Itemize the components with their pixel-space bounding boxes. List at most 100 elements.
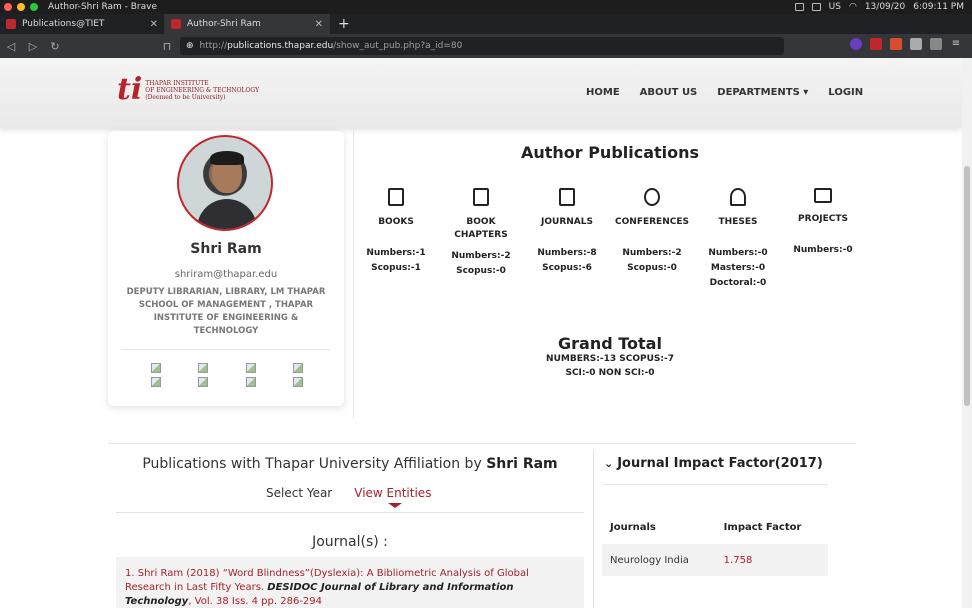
web-page: ti THAPAR INSTITUTE OF ENGINEERING & TEC… <box>0 58 962 608</box>
avatar <box>177 135 273 231</box>
favicon-icon <box>6 19 16 29</box>
site-logo[interactable]: ti THAPAR INSTITUTE OF ENGINEERING & TEC… <box>117 75 259 105</box>
clock-label[interactable]: 6:09:11 PM <box>913 2 964 12</box>
puzzle-icon[interactable] <box>910 38 922 50</box>
logo-line: (Deemed to be University) <box>145 93 226 101</box>
grand-total-line: SCI:-0 NON SCI:-0 <box>565 368 655 378</box>
bookmark-icon[interactable]: ⊓ <box>156 40 178 53</box>
journal-cell: Neurology India <box>602 544 716 576</box>
stat-label: JOURNALS <box>541 217 593 227</box>
tray-icon[interactable] <box>794 3 804 11</box>
graduation-cap-icon <box>730 188 746 206</box>
maximize-window-icon[interactable] <box>30 3 38 11</box>
back-icon[interactable]: ◁ <box>0 40 22 53</box>
tray-icon[interactable] <box>811 3 821 11</box>
address-bar[interactable]: ⊕ http:// publications.thapar.edu /show_… <box>180 37 784 55</box>
profile-card: Shri Ram shriram@thapar.edu DEPUTY LIBRA… <box>108 131 344 406</box>
tab-author[interactable]: Author-Shri Ram ✕ <box>165 14 330 34</box>
minimize-window-icon[interactable] <box>17 3 25 11</box>
close-window-icon[interactable] <box>4 3 12 11</box>
broken-image-icon[interactable] <box>198 377 209 387</box>
stat-projects[interactable]: PROJECTS Numbers:-0 <box>781 188 865 258</box>
menu-about[interactable]: ABOUT US <box>640 87 698 98</box>
stat-books[interactable]: BOOKS Numbers:-1 Scopus:-1 <box>354 188 438 276</box>
stat-theses[interactable]: THESES Numbers:-0 Masters:-0 Doctoral:-0 <box>696 188 780 291</box>
window-title: Author-Shri Ram - Brave <box>48 2 158 12</box>
logo-line: THAPAR INSTITUTE <box>145 79 209 87</box>
journal-icon <box>559 188 575 206</box>
profile-links <box>132 363 322 387</box>
impact-factor-heading[interactable]: ⌄ Journal Impact Factor(2017) <box>604 456 823 471</box>
broken-image-icon[interactable] <box>150 377 161 387</box>
broken-image-icon[interactable] <box>245 377 256 387</box>
profile-name: Shri Ram <box>190 241 262 257</box>
journals-heading: Journal(s) : <box>312 534 388 550</box>
forward-icon[interactable]: ▷ <box>22 40 44 53</box>
briefcase-icon <box>814 188 832 203</box>
author-publications-title: Author Publications <box>520 143 700 162</box>
broken-image-icon[interactable] <box>198 363 209 373</box>
favicon-icon <box>171 19 181 29</box>
menu-icon[interactable]: ≡ <box>950 38 962 50</box>
brave-rewards-icon[interactable] <box>850 38 862 50</box>
entry-details: , Vol. 38 Iss. 4 pp. 286-294 <box>188 596 323 607</box>
wifi-icon[interactable]: ◠ <box>849 2 857 12</box>
tab-view-entities[interactable]: View Entities <box>354 486 431 508</box>
site-header: ti THAPAR INSTITUTE OF ENGINEERING & TEC… <box>0 58 962 128</box>
divider <box>116 512 584 513</box>
broken-image-icon[interactable] <box>150 363 161 373</box>
tab-publications[interactable]: Publications@TIET ✕ <box>0 14 165 34</box>
reload-icon[interactable]: ↻ <box>44 40 66 53</box>
extension-icon[interactable] <box>890 38 902 50</box>
close-tab-icon[interactable]: ✕ <box>150 19 158 30</box>
stat-book-chapters[interactable]: BOOK CHAPTERS Numbers:-2 Scopus:-0 <box>439 188 523 279</box>
menu-departments[interactable]: DEPARTMENTS ▾ <box>717 87 808 98</box>
stat-value: Numbers:-0 <box>708 248 768 258</box>
date-label: 13/09/20 <box>864 2 906 12</box>
stat-label: PROJECTS <box>798 214 848 224</box>
network-icon <box>644 188 660 206</box>
affiliation-heading: Publications with Thapar University Affi… <box>116 456 584 472</box>
extensions-area: ≡ <box>850 38 972 50</box>
stat-journals[interactable]: JOURNALS Numbers:-8 Scopus:-6 <box>525 188 609 276</box>
entry-number: 1. <box>125 568 138 579</box>
publication-entry: 1. Shri Ram (2018) “Word Blindness”(Dysl… <box>116 557 584 608</box>
stat-value: Masters:-0 <box>710 263 766 273</box>
stat-value: Doctoral:-0 <box>709 278 767 288</box>
locale-indicator[interactable]: US <box>829 2 841 12</box>
stat-value: Numbers:-1 <box>366 248 426 258</box>
stat-conferences[interactable]: CONFERENCES Numbers:-2 Scopus:-0 <box>610 188 694 276</box>
broken-image-icon[interactable] <box>293 377 304 387</box>
extension-icon[interactable] <box>870 38 882 50</box>
tab-label: Author-Shri Ram <box>187 19 261 29</box>
stat-value: Scopus:-0 <box>627 263 677 273</box>
impact-factor-table: Journals Impact Factor Neurology India 1… <box>602 510 828 576</box>
entry-author[interactable]: Shri Ram <box>138 568 183 579</box>
stat-label: THESES <box>718 217 758 227</box>
playlist-icon[interactable] <box>930 38 942 50</box>
divider <box>122 349 330 350</box>
chevron-down-icon[interactable]: ⌄ <box>604 457 613 470</box>
menu-home[interactable]: HOME <box>586 87 620 98</box>
tab-select-year[interactable]: Select Year <box>266 486 332 500</box>
scrollbar-thumb[interactable] <box>964 166 970 406</box>
menu-login[interactable]: LOGIN <box>828 87 863 98</box>
column-header: Impact Factor <box>723 521 802 533</box>
broken-image-icon[interactable] <box>293 363 304 373</box>
book-icon <box>388 188 404 206</box>
close-tab-icon[interactable]: ✕ <box>315 19 323 30</box>
divider <box>593 450 594 608</box>
broken-image-icon[interactable] <box>245 363 256 373</box>
stat-label: CONFERENCES <box>615 217 689 227</box>
site-info-icon[interactable]: ⊕ <box>186 41 194 51</box>
table-row: Neurology India 1.758 <box>602 544 828 576</box>
logo-text: THAPAR INSTITUTE OF ENGINEERING & TECHNO… <box>145 80 259 101</box>
page-scrollbar[interactable] <box>962 58 972 608</box>
new-tab-icon[interactable]: + <box>330 14 358 34</box>
grand-total-title: Grand Total <box>558 334 662 353</box>
url-scheme: http:// <box>199 41 228 51</box>
profile-email[interactable]: shriram@thapar.edu <box>108 269 344 280</box>
divider <box>108 443 856 444</box>
tab-label: Publications@TIET <box>22 19 105 29</box>
navigation-bar: ◁ ▷ ↻ ⊓ ⊕ http:// publications.thapar.ed… <box>0 34 972 58</box>
